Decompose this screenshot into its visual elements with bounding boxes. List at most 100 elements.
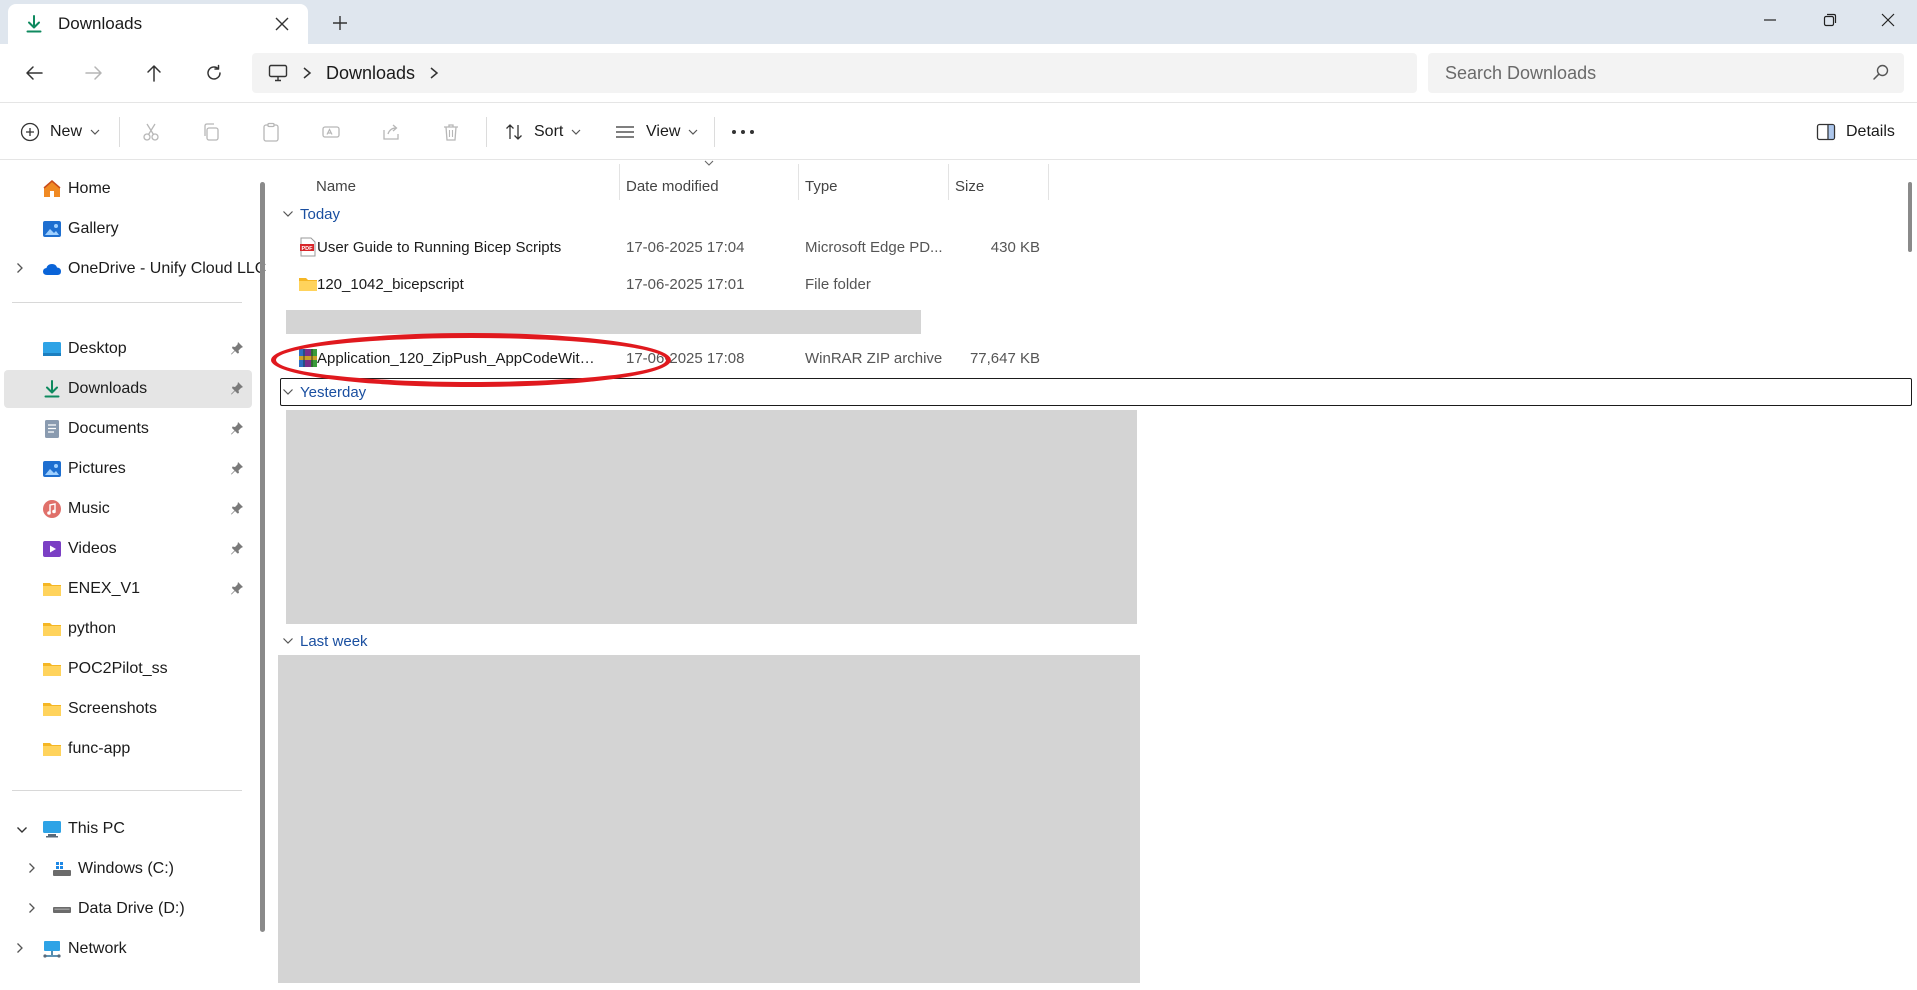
redacted-block xyxy=(286,410,1137,624)
sidebar-item-gallery[interactable]: Gallery xyxy=(4,210,252,248)
column-divider[interactable] xyxy=(1048,164,1049,200)
minimize-button[interactable] xyxy=(1740,0,1800,40)
column-header-type[interactable]: Type xyxy=(805,168,838,204)
column-header-size[interactable]: Size xyxy=(955,168,984,204)
chevron-right-icon[interactable] xyxy=(16,941,24,959)
sidebar-item-home[interactable]: Home xyxy=(4,170,252,208)
breadcrumb-downloads[interactable]: Downloads xyxy=(326,63,415,84)
group-header-last-week[interactable]: Last week xyxy=(282,629,368,653)
sidebar-item-documents[interactable]: Documents xyxy=(4,410,252,448)
title-bar: Downloads xyxy=(0,0,1917,44)
forward-button[interactable] xyxy=(76,56,112,90)
sidebar-item-pictures[interactable]: Pictures xyxy=(4,450,252,488)
search-icon[interactable] xyxy=(1872,63,1890,86)
refresh-button[interactable] xyxy=(196,56,232,90)
new-button[interactable]: New xyxy=(20,113,100,151)
chevron-right-icon[interactable] xyxy=(16,261,24,279)
share-button[interactable] xyxy=(381,113,401,151)
drive-icon xyxy=(52,899,72,919)
up-button[interactable] xyxy=(136,56,172,90)
sidebar-item-poc2pilot-ss[interactable]: POC2Pilot_ss xyxy=(4,650,252,688)
chevron-down-icon xyxy=(282,388,294,396)
sidebar-item-python[interactable]: python xyxy=(4,610,252,648)
details-pane-icon xyxy=(1816,123,1836,141)
chevron-right-icon[interactable] xyxy=(429,66,439,80)
music-icon xyxy=(42,499,62,519)
chevron-down-icon xyxy=(282,637,294,645)
folder-icon xyxy=(298,274,318,294)
pictures-icon xyxy=(42,459,62,479)
copy-icon xyxy=(201,122,221,142)
cut-button[interactable] xyxy=(141,113,161,151)
sidebar-item-data-drive-d[interactable]: Data Drive (D:) xyxy=(4,890,252,928)
pin-icon[interactable] xyxy=(230,581,244,600)
pin-icon[interactable] xyxy=(230,541,244,560)
close-window-button[interactable] xyxy=(1858,0,1917,40)
copy-button[interactable] xyxy=(201,113,221,151)
sidebar-scrollbar[interactable] xyxy=(260,182,265,932)
pin-icon[interactable] xyxy=(230,421,244,440)
restore-button[interactable] xyxy=(1800,0,1860,40)
details-pane-button[interactable]: Details xyxy=(1816,113,1895,151)
back-button[interactable] xyxy=(16,56,52,90)
sidebar-divider xyxy=(12,790,242,791)
paste-button[interactable] xyxy=(261,113,281,151)
column-divider[interactable] xyxy=(619,164,620,200)
documents-icon xyxy=(42,419,62,439)
drive-icon xyxy=(52,859,72,879)
share-icon xyxy=(381,122,401,142)
clipboard-icon xyxy=(261,122,281,142)
sidebar-item-desktop[interactable]: Desktop xyxy=(4,330,252,368)
folder-icon xyxy=(42,699,62,719)
column-header-date-modified[interactable]: Date modified xyxy=(626,168,719,204)
sidebar-item-music[interactable]: Music xyxy=(4,490,252,528)
computer-icon xyxy=(42,819,62,839)
pin-icon[interactable] xyxy=(230,341,244,360)
sidebar-item-this-pc[interactable]: This PC xyxy=(4,810,252,848)
group-header-yesterday[interactable]: Yesterday xyxy=(282,380,366,404)
sidebar-item-func-app[interactable]: func-app xyxy=(4,730,252,768)
sidebar-item-downloads[interactable]: Downloads xyxy=(4,370,252,408)
sidebar-item-windows-c[interactable]: Windows (C:) xyxy=(4,850,252,888)
file-row[interactable]: 120_1042_bicepscript 17-06-2025 17:01 Fi… xyxy=(288,267,1388,301)
view-button[interactable]: View xyxy=(614,113,698,151)
pin-icon[interactable] xyxy=(230,381,244,400)
delete-button[interactable] xyxy=(441,113,461,151)
download-arrow-icon xyxy=(42,379,62,399)
file-row[interactable]: PDF User Guide to Running Bicep Scripts … xyxy=(288,230,1388,264)
sidebar-item-onedrive[interactable]: OneDrive - Unify Cloud LLC xyxy=(4,250,266,288)
rename-button[interactable] xyxy=(321,113,341,151)
pin-icon[interactable] xyxy=(230,501,244,520)
sidebar-item-network[interactable]: Network xyxy=(4,930,252,968)
details-label: Details xyxy=(1846,123,1895,140)
navigation-pane: Home Gallery OneDrive - Unify Cloud LLC … xyxy=(0,160,266,990)
tab-downloads[interactable]: Downloads xyxy=(8,4,308,44)
sidebar-item-enex-v1[interactable]: ENEX_V1 xyxy=(4,570,252,608)
group-header-today[interactable]: Today xyxy=(282,202,340,226)
sidebar-item-videos[interactable]: Videos xyxy=(4,530,252,568)
home-icon xyxy=(42,179,62,199)
chevron-right-icon[interactable] xyxy=(28,861,36,879)
chevron-right-icon[interactable] xyxy=(302,66,312,80)
column-divider[interactable] xyxy=(948,164,949,200)
file-list-scrollbar[interactable] xyxy=(1908,182,1912,252)
pin-icon[interactable] xyxy=(230,461,244,480)
column-header-name[interactable]: Name xyxy=(316,168,356,204)
search-input[interactable]: Search Downloads xyxy=(1428,53,1904,93)
more-options-button[interactable] xyxy=(731,113,755,151)
highlight-annotation xyxy=(271,333,671,387)
chevron-right-icon[interactable] xyxy=(28,901,36,919)
toolbar-divider xyxy=(714,117,715,147)
address-bar[interactable]: Downloads xyxy=(252,53,1417,93)
sidebar-item-screenshots[interactable]: Screenshots xyxy=(4,690,252,728)
computer-icon[interactable] xyxy=(268,64,288,82)
new-tab-button[interactable] xyxy=(325,9,355,37)
close-tab-icon[interactable] xyxy=(270,12,294,36)
svg-text:PDF: PDF xyxy=(302,246,314,252)
column-divider[interactable] xyxy=(798,164,799,200)
new-label: New xyxy=(50,123,83,140)
folder-icon xyxy=(42,619,62,639)
sort-button[interactable]: Sort xyxy=(504,113,581,151)
scissors-icon xyxy=(141,122,161,142)
chevron-down-icon[interactable] xyxy=(16,821,28,839)
